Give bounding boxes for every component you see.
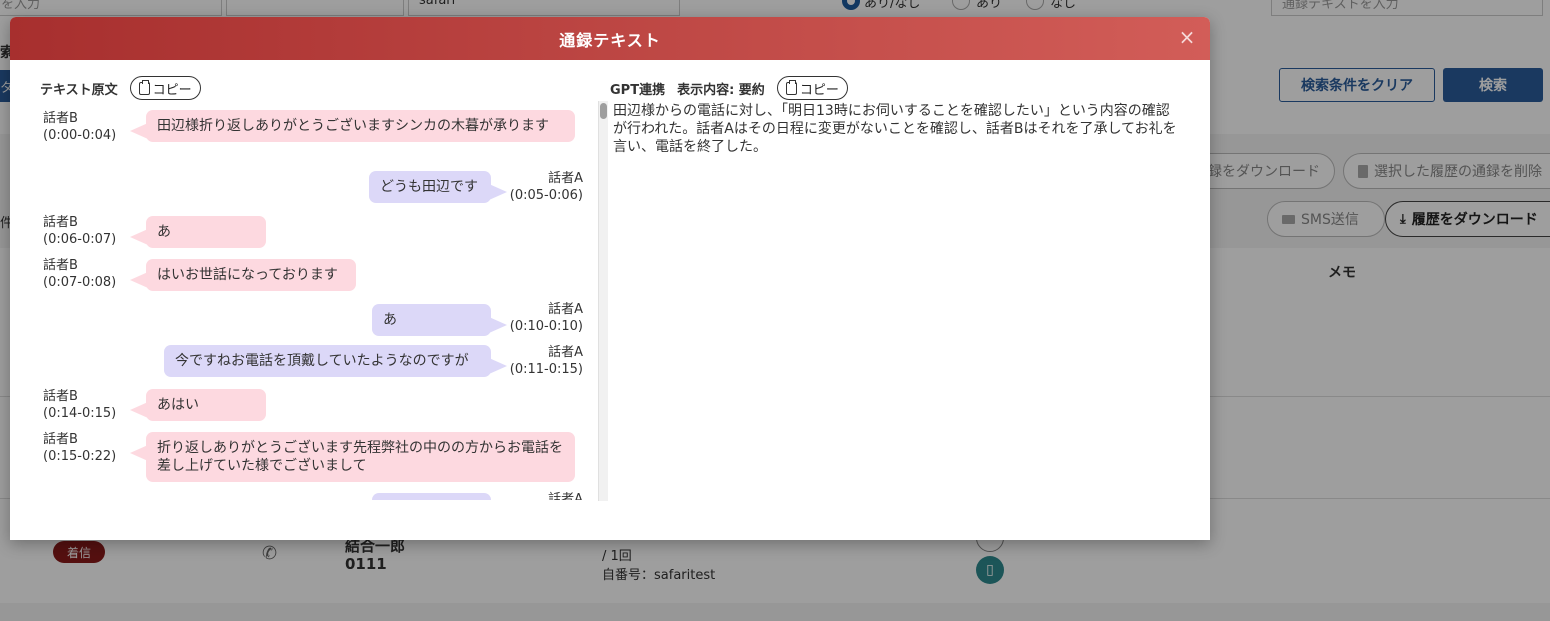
transcript-message: 話者B (0:06-0:07) あ bbox=[40, 214, 585, 252]
transcript-message: 話者B (0:00-0:04) 田辺様折り返しありがとうございますシンカの木暮が承… bbox=[40, 110, 585, 160]
transcript-heading: テキスト原文 bbox=[40, 82, 118, 98]
message-bubble: あ bbox=[372, 304, 507, 336]
gpt-heading: GPT連携 bbox=[610, 82, 666, 98]
transcript-list[interactable]: 話者B (0:00-0:04) 田辺様折り返しありがとうございますシンカの木暮が承… bbox=[40, 107, 585, 500]
display-content-label: 表示内容: 要約 bbox=[677, 82, 765, 98]
transcript-message: 話者B (0:15-0:22) 折り返しありがとうございます先程弊社の中のの方から… bbox=[40, 431, 585, 483]
message-bubble: 今ですねお電話を頂戴していたようなのですが bbox=[164, 345, 507, 377]
speaker-label: 話者A bbox=[548, 492, 583, 500]
message-bubble: 田辺様折り返しありがとうございますシンカの木暮が承ります bbox=[130, 110, 575, 142]
gpt-header: GPT連携 表示内容: 要約 コピー bbox=[610, 76, 848, 100]
copy-transcript-label: コピー bbox=[152, 81, 192, 97]
call-text-modal: 通録テキスト × テキスト原文 コピー GPT連携 表示内容: 要約 コピー 話… bbox=[10, 17, 1210, 540]
speaker-label: 話者A (0:11-0:15) bbox=[509, 345, 583, 377]
transcript-message: 話者B (0:07-0:08) はいお世話になっております bbox=[40, 257, 585, 295]
message-bubble bbox=[372, 493, 491, 500]
message-bubble: あ bbox=[130, 216, 266, 248]
message-bubble: はいお世話になっております bbox=[130, 259, 356, 291]
scrollbar-thumb[interactable] bbox=[600, 103, 607, 119]
copy-transcript-button[interactable]: コピー bbox=[129, 76, 201, 100]
speaker-label: 話者B (0:06-0:07) bbox=[43, 215, 117, 247]
message-bubble: 折り返しありがとうございます先程弊社の中のの方からお電話を差し上げていた様でござ… bbox=[130, 432, 575, 482]
clipboard-icon bbox=[785, 79, 797, 95]
modal-title: 通録テキスト bbox=[559, 30, 661, 50]
modal-header: 通録テキスト × bbox=[10, 17, 1210, 60]
transcript-message: 話者A (0:05-0:06) どうも田辺です bbox=[40, 170, 585, 206]
transcript-message: 話者A bbox=[40, 491, 585, 500]
transcript-message: 話者A (0:10-0:10) あ bbox=[40, 301, 585, 339]
speaker-label: 話者B (0:14-0:15) bbox=[43, 389, 117, 421]
transcript-scrollbar[interactable] bbox=[598, 101, 608, 501]
message-bubble: どうも田辺です bbox=[369, 171, 507, 203]
gpt-summary-text: 田辺様からの電話に対し、「明日13時にお伺いすることを確認したい」という内容の確… bbox=[613, 103, 1177, 155]
speaker-label: 話者A (0:10-0:10) bbox=[509, 302, 583, 334]
speaker-label: 話者B (0:15-0:22) bbox=[43, 432, 117, 464]
speaker-label: 話者A (0:05-0:06) bbox=[509, 171, 583, 203]
clipboard-icon bbox=[138, 79, 150, 95]
transcript-header: テキスト原文 コピー bbox=[40, 76, 201, 100]
copy-summary-label: コピー bbox=[799, 81, 839, 97]
copy-summary-button[interactable]: コピー bbox=[776, 76, 848, 100]
transcript-message: 話者A (0:11-0:15) 今ですねお電話を頂戴していたようなのですが bbox=[40, 344, 585, 382]
message-bubble: あはい bbox=[130, 389, 266, 421]
close-icon[interactable]: × bbox=[1176, 26, 1198, 48]
speaker-label: 話者B (0:07-0:08) bbox=[43, 258, 117, 290]
speaker-label: 話者B (0:00-0:04) bbox=[43, 111, 117, 143]
transcript-message: 話者B (0:14-0:15) あはい bbox=[40, 388, 585, 426]
